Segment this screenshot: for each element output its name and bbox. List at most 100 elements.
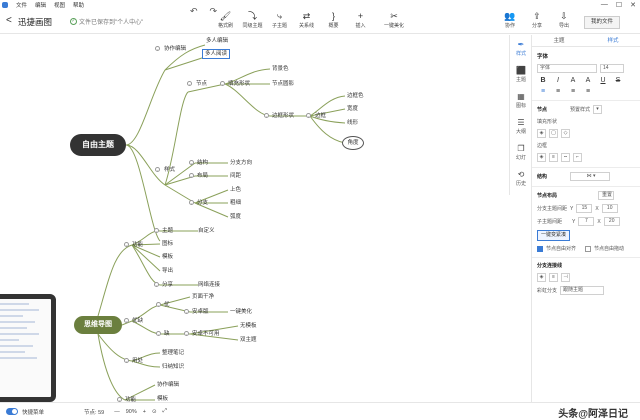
node-curve[interactable]: 弧度 xyxy=(230,213,241,221)
node-border[interactable]: 边框 xyxy=(315,112,326,120)
mindmap-canvas[interactable]: 自由主题 思维导图 协作编辑 多人编辑 多人阅读 节点 填充形状 背景色 节点圆… xyxy=(0,35,508,402)
zoom-in-button[interactable]: + xyxy=(143,409,146,415)
tab-style[interactable]: 样式 xyxy=(586,35,640,46)
node-theme[interactable]: 主题 xyxy=(162,227,173,235)
quick-menu-toggle[interactable] xyxy=(6,408,18,415)
side-outline[interactable]: ☰ 大纲 xyxy=(510,113,532,139)
border-corner-button[interactable]: ⌐ xyxy=(573,153,582,162)
border-color-button[interactable]: ◈ xyxy=(537,153,546,162)
sub-x-input[interactable]: 20 xyxy=(603,217,620,226)
menu-help[interactable]: 帮助 xyxy=(73,1,84,9)
locate-icon[interactable]: ⊙ xyxy=(152,409,157,415)
node-thickness[interactable]: 粗细 xyxy=(230,199,241,207)
collapse-toggle[interactable]: - xyxy=(189,160,194,165)
border-width-button[interactable]: ≡ xyxy=(549,153,558,162)
font-color-icon[interactable]: A xyxy=(567,77,579,84)
node-structure[interactable]: 结构 xyxy=(197,159,208,167)
node-layout[interactable]: 布局 xyxy=(197,172,208,180)
structure-select[interactable]: ⋈ ▾ xyxy=(570,172,611,181)
node-custom[interactable]: 自定义 xyxy=(198,227,215,235)
italic-icon[interactable]: I xyxy=(552,77,564,84)
side-history[interactable]: ⟲ 历史 xyxy=(510,165,532,191)
node-spacing[interactable]: 间距 xyxy=(230,172,241,180)
sibling-topic-button[interactable]: ⤵ 同级主题 xyxy=(239,11,266,29)
node-coloring[interactable]: 上色 xyxy=(230,186,241,194)
close-button[interactable]: ✕ xyxy=(630,1,636,9)
preset-style-label[interactable]: 预置样式 xyxy=(570,106,590,113)
collapse-toggle[interactable]: - xyxy=(155,167,160,172)
undo-button[interactable]: ↶ xyxy=(190,6,198,17)
side-chart[interactable]: ▦ 图标 xyxy=(510,87,532,113)
node-branch-direction[interactable]: 分支方向 xyxy=(230,159,252,167)
preset-style-select[interactable]: ▾ xyxy=(593,105,603,114)
font-family-select[interactable]: 字体 xyxy=(537,64,597,73)
collapse-toggle[interactable]: - xyxy=(124,318,129,323)
node-pro[interactable]: 优 xyxy=(164,301,170,309)
node-branch[interactable]: 分支 xyxy=(197,199,208,207)
node-border-color[interactable]: 边框色 xyxy=(347,92,364,100)
main-topic[interactable]: 思维导图 xyxy=(74,316,122,334)
node-border-shape[interactable]: 边框形状 xyxy=(272,112,294,120)
free-drag-checkbox[interactable] xyxy=(585,245,592,252)
align-left-icon[interactable]: ≡ xyxy=(537,88,549,95)
collapse-toggle[interactable]: - xyxy=(124,358,129,363)
central-topic[interactable]: 自由主题 xyxy=(70,134,126,156)
reset-button[interactable]: 重置 xyxy=(598,191,615,200)
collapse-toggle[interactable]: - xyxy=(189,200,194,205)
collapse-toggle[interactable]: - xyxy=(189,173,194,178)
underline-icon[interactable]: U xyxy=(597,77,609,84)
link-width-button[interactable]: ≡ xyxy=(549,273,558,282)
node-shadow[interactable]: 节点圆影 xyxy=(272,80,294,88)
branch-y-input[interactable]: 15 xyxy=(576,204,593,213)
summary-button[interactable]: } 概要 xyxy=(320,11,347,29)
node-width[interactable]: 宽度 xyxy=(347,105,358,113)
one-key-compact-button[interactable]: 一键变紧凑 xyxy=(537,230,571,241)
collapse-toggle[interactable]: - xyxy=(154,282,159,287)
maximize-button[interactable]: ☐ xyxy=(616,1,622,9)
menu-view[interactable]: 视图 xyxy=(54,1,65,9)
fill-color-button[interactable]: ◈ xyxy=(537,129,546,138)
border-style-button[interactable]: ┅ xyxy=(561,153,570,162)
zoom-out-button[interactable]: — xyxy=(114,409,120,415)
fullscreen-icon[interactable]: ⤢ xyxy=(163,408,167,415)
side-slides[interactable]: ❐ 幻灯 xyxy=(510,139,532,165)
back-button[interactable]: < xyxy=(6,15,12,26)
collapse-toggle[interactable]: - xyxy=(187,81,192,86)
node-one-key-beautify[interactable]: 一键美化 xyxy=(230,308,252,316)
node-android-unavailable[interactable]: 安卓不可用 xyxy=(192,330,220,338)
strike-icon[interactable]: S xyxy=(612,77,624,84)
side-style[interactable]: ✒ 样式 xyxy=(510,35,532,61)
collapse-toggle[interactable]: - xyxy=(155,46,160,51)
share-button[interactable]: ⇪ 分享 xyxy=(527,11,547,29)
collapse-toggle[interactable]: - xyxy=(154,228,159,233)
overview-thumbnail[interactable] xyxy=(0,294,56,402)
collapse-toggle[interactable]: - xyxy=(184,331,189,336)
collapse-toggle[interactable]: - xyxy=(264,113,269,118)
format-brush-button[interactable]: 🖌 格式刷 xyxy=(212,11,239,29)
minimize-button[interactable]: — xyxy=(601,1,608,9)
shape-button[interactable]: ▢ xyxy=(549,129,558,138)
link-style-button[interactable]: ⊣ xyxy=(561,273,570,282)
align-justify-icon[interactable]: ≡ xyxy=(582,88,594,95)
node-android[interactable]: 安卓版 xyxy=(192,308,209,316)
node-icon[interactable]: 图标 xyxy=(162,240,173,248)
node-line-type[interactable]: 线形 xyxy=(347,119,358,127)
link-color-button[interactable]: ◈ xyxy=(537,273,546,282)
export-button[interactable]: ⇩ 导出 xyxy=(554,11,574,29)
node-pros-cons[interactable]: 优缺 xyxy=(132,317,143,325)
collapse-toggle[interactable]: - xyxy=(156,302,161,307)
node-template[interactable]: 模板 xyxy=(162,253,173,261)
collab-button[interactable]: 👥 协作 xyxy=(500,11,520,29)
rainbow-select[interactable]: 跟随主题 xyxy=(560,286,605,295)
highlight-icon[interactable]: A xyxy=(582,77,594,84)
node-fill-shape[interactable]: 填充形状 xyxy=(228,80,250,88)
node-angle[interactable]: 角度 xyxy=(342,136,364,150)
relation-line-button[interactable]: ⇄ 关系线 xyxy=(293,11,320,29)
node-share[interactable]: 分享 xyxy=(162,281,173,289)
node-function[interactable]: 功能 xyxy=(132,241,143,249)
node-multi-read[interactable]: 多人阅读 xyxy=(202,49,231,59)
tab-topic[interactable]: 主题 xyxy=(532,35,586,46)
node-usage[interactable]: 用处 xyxy=(132,357,143,365)
node-export[interactable]: 导出 xyxy=(162,267,173,275)
node-template-lower[interactable]: 模板 xyxy=(157,395,168,402)
